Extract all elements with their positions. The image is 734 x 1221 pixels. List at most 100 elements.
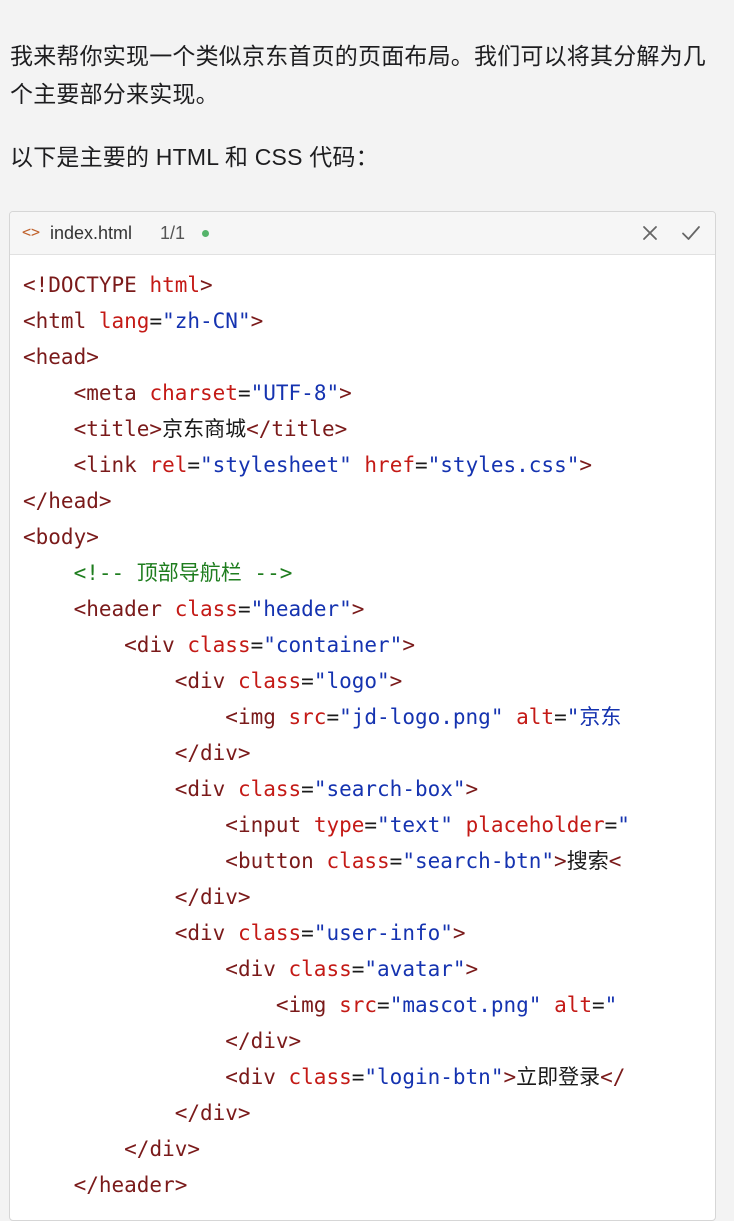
- code-token: >: [339, 381, 352, 405]
- code-token: lang: [98, 309, 150, 333]
- code-token: class: [187, 633, 251, 657]
- code-token: class: [174, 597, 238, 621]
- close-icon: [643, 226, 657, 240]
- code-token: <!-- 顶部导航栏 -->: [73, 561, 293, 585]
- code-token: =: [149, 309, 163, 333]
- code-token: </div>: [174, 1101, 251, 1125]
- close-button[interactable]: [637, 220, 663, 246]
- code-token: placeholder: [465, 813, 605, 837]
- code-token: 立即登录: [516, 1065, 601, 1089]
- code-token: <html: [23, 309, 99, 333]
- lead-text: 以下是主要的 HTML 和 CSS 代码：: [10, 144, 379, 170]
- code-token: >: [389, 669, 403, 693]
- code-line: <!-- 顶部导航栏 -->: [23, 555, 715, 591]
- chat-message: 我来帮你实现一个类似京东首页的页面布局。我们可以将其分解为几个主要部分来实现。 …: [0, 0, 734, 1221]
- code-token: class: [288, 957, 352, 981]
- code-token: class: [237, 777, 302, 801]
- code-line: </div>: [23, 1023, 715, 1059]
- code-token: =: [301, 669, 314, 693]
- code-line: <button class="search-btn">搜索<: [23, 843, 715, 879]
- code-token: "user-info": [313, 921, 453, 945]
- code-token: >: [579, 453, 593, 477]
- code-token: =: [592, 993, 605, 1017]
- code-token: <: [608, 849, 622, 873]
- code-token: </title>: [246, 417, 348, 441]
- code-line: <div class="logo">: [23, 663, 715, 699]
- code-token: =: [554, 705, 567, 729]
- code-token: =: [364, 813, 378, 837]
- code-token: =: [351, 957, 365, 981]
- code-line: </header>: [23, 1167, 715, 1203]
- code-token: =: [414, 453, 428, 477]
- code-token: </: [600, 1065, 626, 1089]
- code-panel-header: <> index.html 1/1: [10, 212, 715, 255]
- code-line: <div class="search-box">: [23, 771, 715, 807]
- code-token: <img: [225, 705, 289, 729]
- code-token: class: [237, 669, 302, 693]
- code-token: <div: [225, 957, 289, 981]
- code-token: =: [351, 1065, 365, 1089]
- code-token: 京东商城: [162, 417, 247, 441]
- code-token: >: [503, 1065, 517, 1089]
- code-line: <body>: [23, 519, 715, 555]
- code-token: href: [364, 453, 415, 477]
- code-token: </div>: [174, 741, 251, 765]
- code-token: <div: [174, 669, 238, 693]
- code-token: >: [452, 921, 466, 945]
- code-token: <header: [73, 597, 175, 621]
- code-token: "mascot.png": [389, 993, 542, 1017]
- code-token: 搜索: [566, 849, 609, 873]
- code-line: <img src="jd-logo.png" alt="京东: [23, 699, 715, 735]
- code-line: <img src="mascot.png" alt=": [23, 987, 715, 1023]
- code-token: type: [313, 813, 365, 837]
- code-token: =: [389, 849, 403, 873]
- code-token: =: [237, 381, 251, 405]
- code-token: ": [604, 993, 618, 1017]
- code-token: <body>: [23, 525, 99, 549]
- code-token: <head>: [23, 345, 99, 369]
- code-token: "京东: [566, 705, 622, 729]
- code-token: html: [149, 273, 201, 297]
- code-token: <!DOCTYPE: [23, 273, 150, 297]
- code-line: <input type="text" placeholder=": [23, 807, 715, 843]
- code-line: <div class="login-btn">立即登录</: [23, 1059, 715, 1095]
- code-token: "stylesheet": [200, 453, 352, 477]
- code-token: class: [237, 921, 302, 945]
- code-token: >: [402, 633, 415, 657]
- code-token: ": [617, 813, 630, 837]
- code-token: src: [339, 993, 378, 1017]
- code-line: </head>: [23, 483, 715, 519]
- code-line: </div>: [23, 1095, 715, 1131]
- code-icon: <>: [22, 223, 41, 241]
- code-line: </div>: [23, 1131, 715, 1167]
- code-token: </div>: [124, 1137, 201, 1161]
- code-line: </div>: [23, 735, 715, 771]
- check-icon: [682, 226, 700, 240]
- code-token: </div>: [174, 885, 251, 909]
- code-token: <meta: [73, 381, 150, 405]
- code-token: =: [187, 453, 201, 477]
- accept-button[interactable]: [678, 220, 704, 246]
- code-token: =: [301, 777, 314, 801]
- code-token: <img: [275, 993, 340, 1017]
- code-line: <div class="container">: [23, 627, 715, 663]
- code-token: <button: [225, 849, 327, 873]
- code-token: <title>: [73, 417, 163, 441]
- code-token: "container": [263, 633, 403, 657]
- code-line: <head>: [23, 339, 715, 375]
